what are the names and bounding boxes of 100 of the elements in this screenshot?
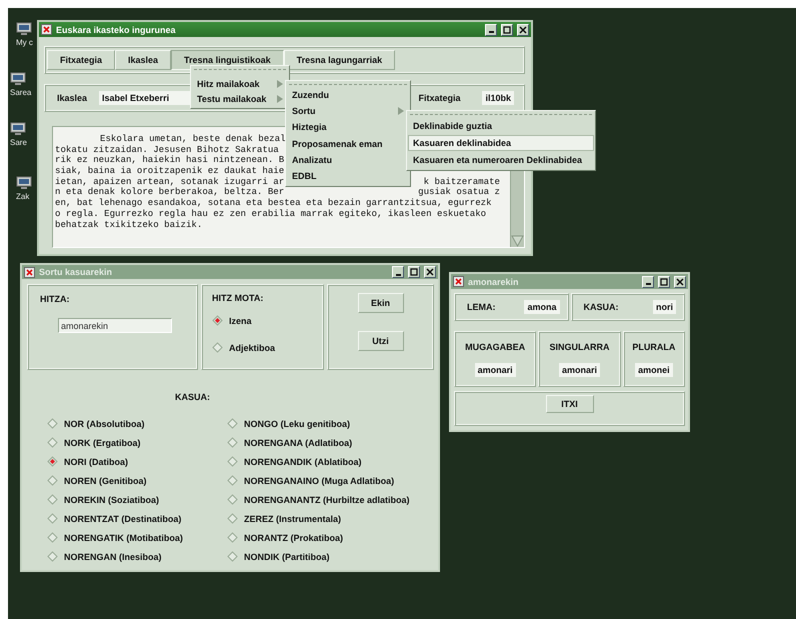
menu-item[interactable]: Deklinabide guztia	[408, 118, 594, 135]
radio-label[interactable]: NORENGANA (Adlatiboa)	[244, 438, 352, 448]
desktop-icon[interactable]	[16, 22, 32, 36]
radio-label[interactable]: NOREKIN (Soziatiboa)	[64, 494, 160, 504]
minimize-button[interactable]	[485, 24, 497, 36]
radio-label[interactable]: NORK (Ergatiboa)	[64, 438, 140, 448]
app-icon	[24, 266, 35, 278]
menu-item[interactable]: Hiztegia	[287, 119, 409, 136]
form-value: amonei	[635, 362, 673, 376]
radio-label[interactable]: NORENGANAINO (Muga Adlatiboa)	[244, 476, 394, 486]
radio-icon[interactable]	[227, 494, 238, 505]
form-value: amonari	[559, 362, 600, 376]
maximize-button[interactable]	[658, 276, 670, 288]
close-button[interactable]	[517, 24, 529, 36]
radio-icon[interactable]	[227, 437, 238, 448]
maximize-icon	[410, 268, 418, 276]
minimize-icon	[646, 283, 650, 285]
menu-item[interactable]: Kasuaren eta numeroaren Deklinabidea	[408, 151, 594, 168]
radio-label[interactable]: ZEREZ (Instrumentala)	[244, 514, 342, 524]
text-line: tokatu zitzaidan. Jesusen Bihotz Sakratua	[55, 144, 279, 155]
desktop-icon-label[interactable]: Sare	[10, 138, 27, 147]
desktop-icon-label[interactable]: My c	[16, 38, 33, 47]
desktop-icon[interactable]	[10, 72, 26, 86]
minimize-icon	[396, 274, 400, 276]
text-line: n eta denak kolore berberakoa, beltza. Ber	[55, 187, 284, 198]
radio-label[interactable]: NORENGAN (Inesiboa)	[64, 552, 162, 562]
radio-label[interactable]: NORENGANDIK (Ablatiboa)	[244, 456, 362, 466]
radio-icon[interactable]	[47, 494, 58, 505]
menu-button[interactable]: Ikaslea	[115, 50, 172, 70]
text-line: siak, baina ia oroitzapenik ez daukat haie	[55, 166, 284, 177]
radio-icon[interactable]	[212, 342, 223, 353]
radio-label[interactable]: NORI (Datiboa)	[64, 456, 128, 466]
radio-icon[interactable]	[47, 513, 58, 524]
menu-item[interactable]: EDBL	[287, 168, 409, 184]
radio-icon[interactable]	[47, 437, 58, 448]
form-header: MUGAGABEA	[465, 342, 526, 352]
file-name: il10bk	[482, 91, 514, 105]
radio-icon[interactable]	[47, 418, 58, 429]
action-button[interactable]: Utzi	[358, 331, 404, 351]
menu-item[interactable]: Analizatu	[287, 152, 409, 168]
text-line: en, bat lehenago esandakoa, sotana eta bestea eta bezain garrantzitsua, egurrezk	[55, 198, 492, 209]
radio-label[interactable]: NOREN (Genitiboa)	[64, 476, 146, 486]
radio-label[interactable]: Adjektiboa	[229, 342, 276, 352]
window-title: Euskara ikasteko ingurunea	[56, 24, 177, 34]
window-title: Sortu kasuarekin	[39, 267, 114, 277]
app-icon	[453, 276, 464, 287]
radio-label[interactable]: NORANTZ (Prokatiboa)	[244, 532, 343, 542]
maximize-button[interactable]	[408, 266, 420, 278]
submenu-arrow-icon	[398, 107, 404, 116]
radio-label[interactable]: NORENGATIK (Motibatiboa)	[64, 532, 183, 542]
form-value: amonari	[474, 362, 516, 376]
word-input[interactable]: amonarekin	[58, 318, 172, 333]
minimize-icon	[488, 31, 494, 33]
desktop-icon[interactable]	[10, 122, 26, 136]
text-line: ietan, apaizen artean, sotanak izugarri ar	[55, 176, 284, 187]
radio-icon[interactable]	[227, 551, 238, 562]
menu-button[interactable]: Fitxategia	[47, 50, 116, 70]
close-icon	[519, 26, 527, 34]
case-label: KASUA:	[175, 392, 211, 402]
radio-icon[interactable]	[47, 475, 58, 486]
word-type-label: HITZ MOTA:	[212, 293, 264, 303]
radio-icon[interactable]	[227, 532, 238, 543]
radio-label[interactable]: NONDIK (Partitiboa)	[244, 552, 330, 562]
radio-label[interactable]: NORENTZAT (Destinatiboa)	[64, 514, 182, 524]
menu-item[interactable]: Kasuaren deklinabidea	[408, 134, 594, 152]
maximize-icon	[503, 26, 511, 34]
minimize-button[interactable]	[642, 276, 654, 288]
radio-icon[interactable]	[47, 532, 58, 543]
menu-item[interactable]: Sortu	[287, 103, 409, 120]
radio-label[interactable]: Izena	[229, 316, 252, 326]
text-line: Eskolara umetan, beste denak bezal	[99, 134, 286, 145]
radio-icon[interactable]	[47, 551, 58, 562]
radio-icon[interactable]	[227, 418, 238, 429]
radio-label[interactable]: NONGO (Leku genitiboa)	[244, 418, 350, 428]
maximize-button[interactable]	[501, 24, 513, 36]
radio-label[interactable]: NOR (Absolutiboa)	[64, 418, 144, 428]
desktop-icon[interactable]	[16, 176, 32, 190]
close-button[interactable]	[424, 266, 436, 278]
student-label: Ikaslea	[57, 93, 88, 103]
lemma-label: LEMA:	[467, 302, 496, 312]
window-title: amonarekin	[468, 276, 520, 286]
scroll-down-icon[interactable]	[511, 235, 524, 247]
close-button[interactable]	[674, 276, 686, 288]
text-line: gusiak osatua z	[418, 187, 500, 198]
radio-icon[interactable]	[227, 475, 238, 486]
action-button[interactable]: Ekin	[358, 293, 404, 313]
menu-item[interactable]: Hitz mailakoak	[192, 76, 288, 91]
desktop-icon-label[interactable]: Sarea	[10, 88, 32, 97]
desktop-icon-label[interactable]: Zak	[16, 192, 30, 201]
menu-item[interactable]: Zuzendu	[287, 87, 409, 104]
radio-icon[interactable]	[227, 513, 238, 524]
radio-icon[interactable]	[227, 456, 238, 467]
radio-label[interactable]: NORENGANANTZ (Hurbiltze adlatiboa)	[244, 494, 410, 504]
radio-selected-icon[interactable]	[212, 315, 223, 326]
close-icon	[676, 278, 684, 286]
close-dialog-button[interactable]: ITXI	[546, 395, 594, 413]
menu-button[interactable]: Tresna lagungarriak	[284, 50, 396, 70]
menu-item[interactable]: Proposamenak eman	[287, 136, 409, 152]
radio-selected-icon[interactable]	[47, 456, 58, 467]
minimize-button[interactable]	[392, 266, 404, 278]
